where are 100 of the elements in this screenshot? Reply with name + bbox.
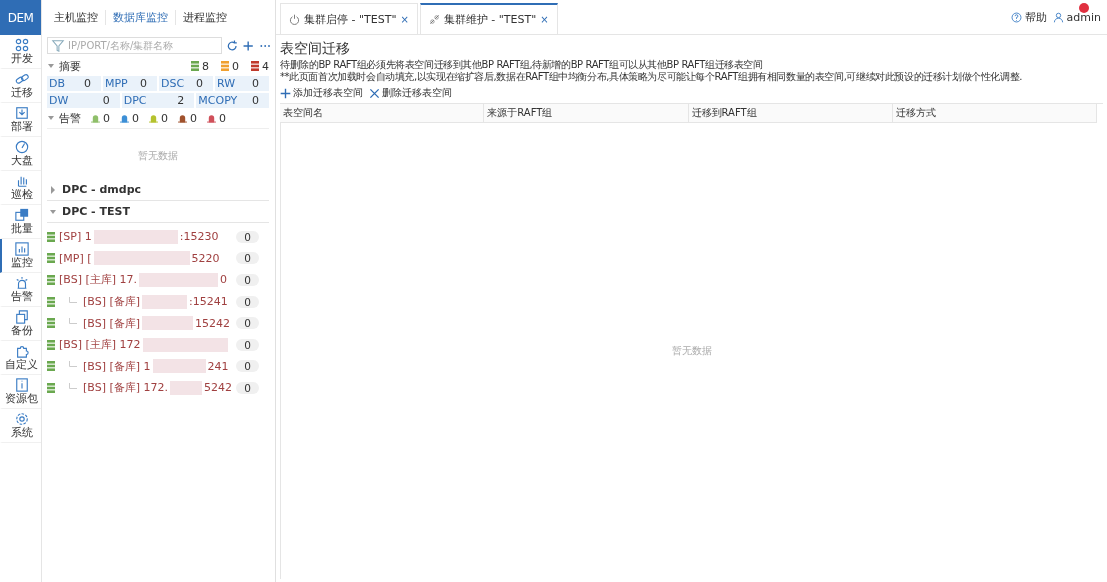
nav-item[interactable]: 备份 [0, 307, 41, 341]
count-badge: 0 [236, 295, 259, 308]
tab[interactable]: 集群维护 - "TEST" × [419, 3, 558, 34]
node-label: 241 [207, 359, 229, 373]
panel-tab[interactable]: 进程监控 [176, 10, 234, 25]
type-name: MPP [105, 77, 128, 90]
copy-icon [14, 310, 29, 324]
nav-item[interactable]: 大盘 [0, 137, 41, 171]
cluster-group[interactable]: DPC - TEST [47, 201, 269, 223]
nav-item[interactable]: 部署 [0, 103, 41, 137]
alarm-count: 0 [190, 111, 197, 125]
server-stack-icon [47, 339, 55, 350]
close-icon[interactable]: × [540, 14, 549, 25]
nav-item[interactable]: 巡检 [0, 171, 41, 205]
type-count: 0 [196, 77, 203, 90]
nav-item[interactable]: 自定义 [0, 341, 41, 375]
type-count: 2 [177, 94, 185, 107]
type-name: DW [49, 94, 69, 107]
status-count: 8 [202, 59, 209, 73]
type-count: 0 [252, 94, 259, 107]
status-count: 0 [232, 59, 239, 73]
nodes-icon [14, 38, 29, 52]
node-label: [BS] [备库] 172. [83, 380, 168, 396]
tab[interactable]: 集群启停 - "TEST" × [280, 3, 418, 34]
cluster-group[interactable]: DPC - dmdpc [47, 179, 269, 201]
stack-icon [14, 208, 29, 222]
alarm-icon [14, 276, 29, 290]
server-stack-icon [47, 318, 55, 329]
node-label: [BS] [备库] [83, 315, 140, 331]
nav-item[interactable]: 开发 [0, 35, 41, 69]
nav-item[interactable]: 资源包 [0, 375, 41, 409]
status-count: 4 [262, 59, 269, 73]
link-icon [14, 72, 29, 86]
tree-branch-icon [69, 382, 77, 389]
count-badge: 0 [236, 360, 259, 373]
panel-tab[interactable]: 数据库监控 [106, 10, 176, 25]
page-title: 表空间迁移 [280, 40, 351, 58]
count-badge: 0 [236, 230, 259, 243]
server-stack-icon [47, 296, 55, 307]
nav-item[interactable]: 批量 [0, 205, 41, 239]
info-icon [14, 378, 29, 392]
user-icon [1052, 11, 1064, 23]
search-field[interactable]: IP/PORT/名称/集群名称 [47, 37, 222, 54]
node-label: :15230 [179, 230, 219, 244]
node-label: 5220 [191, 251, 220, 265]
redacted-area [170, 380, 202, 395]
link-icon [428, 14, 440, 25]
count-badge: 0 [236, 274, 259, 286]
node-label: 0 [220, 273, 227, 287]
filter-icon [51, 38, 65, 53]
panel-tab[interactable]: 主机监控 [47, 10, 106, 25]
redacted-area [142, 316, 193, 331]
download-icon [14, 106, 29, 120]
empty-message: 暂无数据 [47, 128, 269, 179]
column-header: 表空间名 [280, 104, 485, 122]
node-label: 15242 [195, 316, 230, 330]
node-label: [SP] 1 [59, 230, 92, 244]
close-icon[interactable]: × [400, 13, 409, 25]
type-count: 0 [140, 77, 147, 90]
nav-item[interactable]: 监控 [0, 239, 41, 273]
server-stack-icon [47, 275, 55, 285]
server-stack-icon [47, 361, 55, 372]
power-icon [289, 13, 300, 25]
type-name: DB [49, 77, 66, 90]
bar-chart-icon [14, 242, 29, 256]
user-link[interactable]: admin [1066, 10, 1101, 24]
nav-item[interactable]: 系统 [0, 409, 41, 443]
refresh-icon[interactable] [226, 38, 239, 53]
count-badge: 0 [236, 317, 259, 330]
tree-branch-icon [69, 361, 77, 368]
node-label: :15241 [189, 295, 228, 309]
server-stack-icon [47, 382, 55, 393]
alarm-count: 0 [103, 111, 110, 125]
type-name: DSC [161, 77, 185, 90]
app-logo: DEM [0, 0, 41, 35]
node-label: [BS] [主库] 172 [59, 337, 141, 353]
type-count: 0 [84, 77, 91, 90]
description-text: 待删除的BP RAFT组必须先将表空间迁移到其他BP RAFT组,待新增的BP RAFT组可以从其他BP RAFT组迁移表空间 [280, 59, 764, 71]
nav-item[interactable]: 告警 [0, 273, 41, 307]
type-name: RW [217, 77, 236, 90]
server-stack-icon [47, 253, 55, 264]
count-badge: 0 [236, 252, 259, 265]
settings-icon [14, 412, 29, 426]
server-stack-icon [47, 231, 55, 242]
node-label: [BS] [备库] 1 [83, 358, 151, 374]
help-icon [1010, 11, 1022, 23]
tree-branch-icon [69, 318, 77, 325]
add-icon[interactable] [242, 38, 255, 53]
help-link[interactable]: 帮助 [1024, 9, 1047, 25]
alarm-count: 0 [161, 111, 168, 125]
redacted-area [142, 294, 187, 309]
delete-button[interactable]: 删除迁移表空间 [369, 86, 452, 100]
node-label: [MP] [ [59, 251, 92, 265]
add-button[interactable]: 添加迁移表空间 [280, 86, 363, 100]
type-count: 0 [102, 94, 110, 107]
node-label: [BS] [备库] [83, 294, 140, 310]
node-label: 5242 [204, 381, 232, 395]
type-name: DPC [123, 94, 147, 107]
nav-item[interactable]: 迁移 [0, 69, 41, 103]
type-count: 0 [252, 77, 259, 90]
